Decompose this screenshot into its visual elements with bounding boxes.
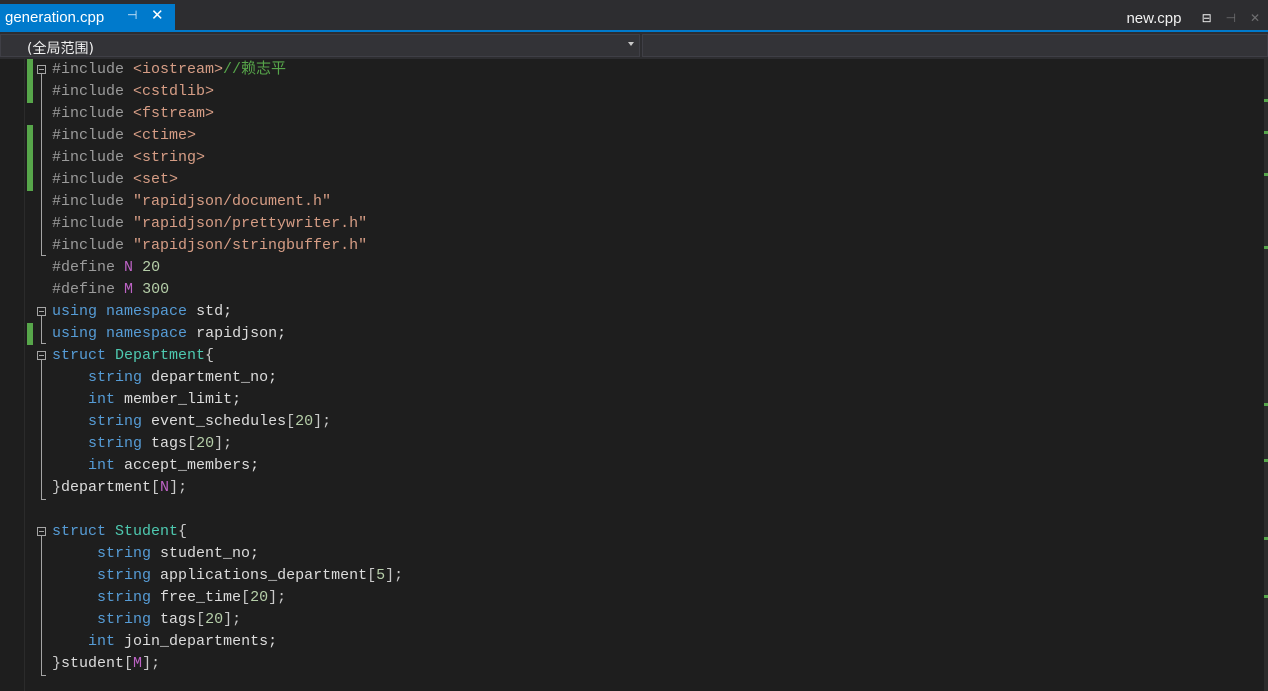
change-bar bbox=[27, 125, 33, 191]
collapse-icon[interactable] bbox=[37, 351, 46, 360]
indicator-margin bbox=[0, 59, 25, 691]
code-text[interactable]: #include <iostream>//赖志平 #include <cstdli… bbox=[52, 59, 403, 675]
code-line: string department_no; bbox=[88, 369, 278, 386]
change-marker bbox=[1264, 173, 1268, 176]
code-line: #include <set> bbox=[52, 171, 179, 188]
code-line: }department[N]; bbox=[52, 479, 188, 496]
code-line: using namespace rapidjson; bbox=[52, 325, 287, 342]
code-line: #include "rapidjson/stringbuffer.h" bbox=[52, 237, 368, 254]
code-line: #define N 20 bbox=[52, 259, 161, 276]
collapse-icon[interactable] bbox=[37, 527, 46, 536]
change-marker bbox=[1264, 246, 1268, 249]
code-line: int accept_members; bbox=[88, 457, 260, 474]
outline-guide bbox=[41, 343, 46, 344]
preview-lock-icon[interactable]: ⊟ bbox=[1200, 11, 1214, 25]
outline-guide bbox=[41, 536, 42, 675]
tab-label: generation.cpp bbox=[5, 9, 105, 26]
close-icon[interactable]: ✕ bbox=[1248, 11, 1262, 25]
collapse-icon[interactable] bbox=[37, 307, 46, 316]
code-line: #include "rapidjson/document.h" bbox=[52, 193, 332, 210]
code-line: string free_time[20]; bbox=[97, 589, 287, 606]
pin-icon[interactable]: ⊣ bbox=[1224, 11, 1238, 25]
code-line: }student[M]; bbox=[52, 655, 161, 672]
outline-guide bbox=[41, 360, 42, 499]
code-line: string tags[20]; bbox=[88, 435, 233, 452]
code-line: int member_limit; bbox=[88, 391, 242, 408]
code-line: using namespace std; bbox=[52, 303, 233, 320]
code-line: #include <iostream>//赖志平 bbox=[52, 61, 287, 78]
code-line: struct Student{ bbox=[52, 523, 188, 540]
scope-dropdown[interactable]: (全局范围) bbox=[0, 34, 640, 57]
code-line: string event_schedules[20]; bbox=[88, 413, 332, 430]
outline-guide bbox=[41, 255, 46, 256]
navigation-bar: (全局范围) bbox=[0, 32, 1268, 59]
close-icon[interactable]: ✕ bbox=[151, 6, 164, 24]
code-line: struct Department{ bbox=[52, 347, 215, 364]
change-marker bbox=[1264, 131, 1268, 134]
outline-guide bbox=[41, 316, 42, 343]
scope-label: (全局范围) bbox=[27, 41, 94, 57]
code-line: #include "rapidjson/prettywriter.h" bbox=[52, 215, 368, 232]
vertical-scrollbar[interactable] bbox=[1264, 59, 1268, 691]
code-line: string applications_department[5]; bbox=[97, 567, 404, 584]
document-tab-strip: generation.cpp ⊣ ✕ new.cpp ⊟ ⊣ ✕ bbox=[0, 0, 1268, 30]
chevron-down-icon[interactable] bbox=[628, 42, 634, 46]
change-marker bbox=[1264, 459, 1268, 462]
change-marker bbox=[1264, 537, 1268, 540]
tab-generation-cpp[interactable]: generation.cpp ⊣ ✕ bbox=[0, 4, 175, 30]
change-marker bbox=[1264, 99, 1268, 102]
code-editor[interactable]: #include <iostream>//赖志平 #include <cstdli… bbox=[0, 59, 1268, 691]
tab-label: new.cpp bbox=[1126, 9, 1182, 27]
code-line: string tags[20]; bbox=[97, 611, 242, 628]
outline-guide bbox=[41, 499, 46, 500]
outline-guide bbox=[41, 675, 46, 676]
code-line: #include <string> bbox=[52, 149, 206, 166]
code-line: string student_no; bbox=[97, 545, 260, 562]
pin-icon[interactable]: ⊣ bbox=[127, 8, 137, 22]
code-line: int join_departments; bbox=[88, 633, 278, 650]
member-dropdown[interactable] bbox=[642, 34, 1268, 57]
change-bar bbox=[27, 323, 33, 345]
outline-guide bbox=[41, 74, 42, 255]
code-line: #define M 300 bbox=[52, 281, 170, 298]
tab-new-cpp[interactable]: new.cpp ⊟ ⊣ ✕ bbox=[1126, 9, 1262, 29]
collapse-icon[interactable] bbox=[37, 65, 46, 74]
change-marker bbox=[1264, 595, 1268, 598]
code-line: #include <cstdlib> bbox=[52, 83, 215, 100]
code-line: #include <fstream> bbox=[52, 105, 215, 122]
change-marker bbox=[1264, 403, 1268, 406]
code-line: #include <ctime> bbox=[52, 127, 197, 144]
change-bar bbox=[27, 59, 33, 103]
